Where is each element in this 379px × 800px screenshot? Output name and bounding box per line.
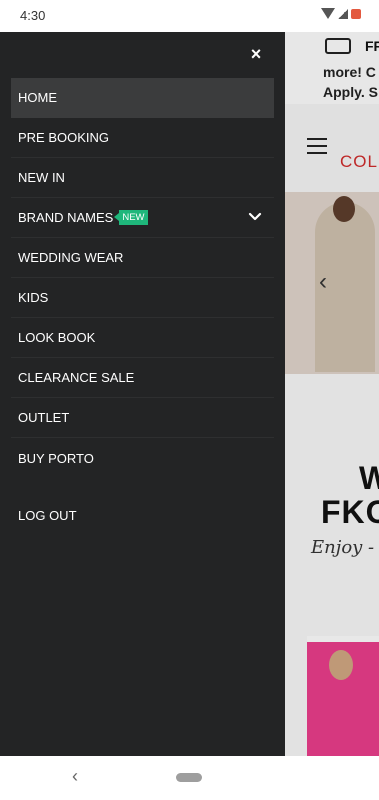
menu-item-home[interactable]: HOME [11, 78, 274, 118]
signal-icon [338, 8, 348, 19]
wifi-icon [321, 8, 335, 19]
menu-item-label: LOOK BOOK [18, 330, 96, 345]
chevron-down-icon[interactable] [248, 210, 262, 224]
menu-item-label: PRE BOOKING [18, 130, 110, 145]
new-badge: NEW [114, 210, 148, 225]
menu-item-outlet[interactable]: OUTLET [11, 398, 274, 438]
status-bar: 4:30 [0, 0, 379, 32]
menu-item-look-book[interactable]: LOOK BOOK [11, 318, 274, 358]
status-time: 4:30 [20, 8, 46, 23]
status-icons [321, 8, 361, 19]
drawer-scrim[interactable] [285, 32, 379, 756]
menu-item-label: CLEARANCE SALE [18, 370, 135, 385]
back-icon[interactable]: ‹ [72, 766, 78, 787]
menu-item-wedding-wear[interactable]: WEDDING WEAR [11, 238, 274, 278]
notification-icon [351, 8, 361, 19]
menu-item-label: BRAND NAMES [18, 210, 114, 225]
menu-item-buy-porto[interactable]: BUY PORTO [11, 438, 274, 478]
system-nav-bar: ‹ [0, 756, 379, 800]
menu-item-label: KIDS [18, 290, 49, 305]
menu-item-label: NEW IN [18, 170, 65, 185]
menu-item-brand-names[interactable]: BRAND NAMES NEW [11, 198, 274, 238]
menu-item-label: OUTLET [18, 410, 70, 425]
menu-item-kids[interactable]: KIDS [11, 278, 274, 318]
drawer-menu: HOME PRE BOOKING NEW IN BRAND NAMES NEW … [11, 78, 274, 478]
menu-item-new-in[interactable]: NEW IN [11, 158, 274, 198]
navigation-drawer: × HOME PRE BOOKING NEW IN BRAND NAMES NE… [0, 32, 285, 756]
menu-item-pre-booking[interactable]: PRE BOOKING [11, 118, 274, 158]
menu-item-label: BUY PORTO [18, 450, 94, 466]
menu-item-clearance-sale[interactable]: CLEARANCE SALE [11, 358, 274, 398]
menu-item-label: WEDDING WEAR [18, 250, 124, 265]
menu-item-label: HOME [18, 90, 57, 105]
home-pill-icon[interactable] [176, 773, 202, 782]
logout-link[interactable]: LOG OUT [18, 508, 77, 523]
close-icon[interactable]: × [246, 44, 266, 64]
